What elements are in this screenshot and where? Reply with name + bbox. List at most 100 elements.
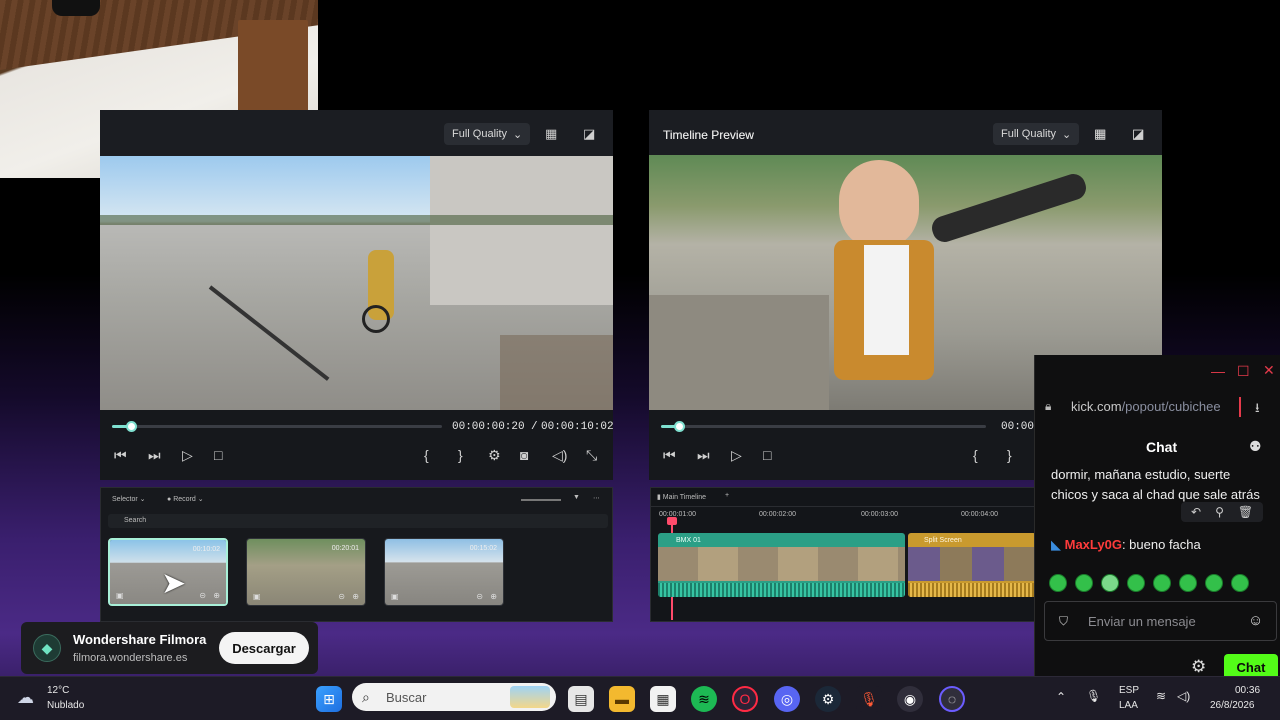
media-thumb[interactable]: 00:20:01 ▣ ⊝ ⊕ [246, 538, 366, 606]
save-icon[interactable]: ▣ [116, 591, 124, 600]
taskbar-search[interactable]: ⌕ Buscar [352, 683, 556, 711]
app-icon[interactable]: ◌ [939, 686, 965, 712]
step-forward-icon[interactable]: ⏭ [697, 448, 710, 462]
snapshot-icon[interactable]: ◙ [520, 448, 528, 462]
store-icon[interactable]: ▦ [650, 686, 676, 712]
prev-frame-icon[interactable]: ⏮ [114, 448, 127, 462]
download-icon[interactable]: ⭳ [1255, 399, 1260, 421]
close-icon[interactable]: ✕ [1263, 362, 1275, 379]
clock-time[interactable]: 00:36 [1235, 685, 1260, 696]
left-quality-select-front[interactable]: Full Quality ⌄ [444, 123, 531, 145]
emote-icon[interactable] [1101, 574, 1119, 592]
emote-icon[interactable] [1153, 574, 1171, 592]
address-bar[interactable]: kick.com/popout/cubichee [1071, 399, 1225, 414]
media-search-input[interactable]: Search [108, 514, 608, 528]
steam-icon[interactable]: ⚙ [815, 686, 841, 712]
emoji-icon[interactable]: ☺ [1248, 612, 1263, 629]
save-icon[interactable]: ▣ [391, 592, 399, 601]
emote-icon[interactable] [1205, 574, 1223, 592]
emote-icon[interactable] [1127, 574, 1145, 592]
emote-icon[interactable] [1049, 574, 1067, 592]
mark-in-icon[interactable]: { [973, 448, 978, 462]
clock-date[interactable]: 26/8/2026 [1210, 700, 1255, 711]
mark-out-icon[interactable]: } [1007, 448, 1012, 462]
mute-icon[interactable]: ⊝ [199, 591, 206, 600]
left-scrubber-knob[interactable] [126, 421, 137, 432]
task-view-icon[interactable]: ▤ [568, 686, 594, 712]
grid-view-icon[interactable]: ▦ [1094, 126, 1106, 142]
stop-icon[interactable]: □ [214, 448, 222, 462]
clip-split-screen[interactable]: Split Screen [908, 533, 1034, 597]
clip-bmx[interactable]: BMX 01 [658, 533, 905, 597]
speaker-icon[interactable]: ◁) [1177, 689, 1190, 703]
person-tshirt-shape [864, 245, 909, 355]
minimize-icon[interactable]: — [1211, 363, 1225, 379]
users-icon[interactable]: ⚉ [1249, 438, 1262, 455]
reply-icon[interactable]: ↶ [1191, 505, 1201, 519]
delete-icon[interactable]: 🗑︎ [1238, 505, 1253, 519]
ramp-shape [649, 295, 829, 410]
discord-icon[interactable]: ◎ [774, 686, 800, 712]
zoom-slider[interactable] [521, 499, 561, 501]
maximize-icon[interactable]: ☐ [1237, 363, 1250, 380]
chat-username[interactable]: MaxLy0G [1065, 537, 1122, 552]
microphone-app-icon[interactable]: 🎙︎ [856, 686, 882, 712]
play-icon[interactable]: ▷ [731, 448, 742, 462]
mark-out-icon[interactable]: } [458, 448, 463, 462]
weather-desc[interactable]: Nublado [47, 700, 84, 711]
opera-icon[interactable]: O [732, 686, 758, 712]
webcam-lamp [52, 0, 100, 16]
download-button[interactable]: Descargar [219, 632, 309, 664]
stop-icon[interactable]: □ [763, 448, 771, 462]
language-secondary[interactable]: LAA [1119, 700, 1138, 711]
mark-in-icon[interactable]: { [424, 448, 429, 462]
right-scrubber-knob[interactable] [674, 421, 685, 432]
clip-split-label: Split Screen [924, 537, 962, 544]
scope-icon[interactable]: ◪ [1132, 126, 1144, 142]
add-icon[interactable]: ⊕ [213, 591, 220, 600]
toast-domain: filmora.wondershare.es [73, 652, 188, 664]
emote-icon[interactable] [1179, 574, 1197, 592]
playhead-handle[interactable] [667, 517, 677, 525]
add-icon[interactable]: ⊕ [352, 592, 359, 601]
fullscreen-icon[interactable]: ⤡ [586, 448, 597, 462]
add-icon[interactable]: ⊕ [490, 592, 497, 601]
selector-dropdown[interactable]: Selector ⌄ [112, 495, 146, 503]
pin-icon[interactable]: ⚲ [1215, 505, 1224, 519]
emote-icon[interactable] [1075, 574, 1093, 592]
filter-icon[interactable]: ▼ [573, 494, 580, 501]
record-dropdown[interactable]: ● Record ⌄ [167, 495, 204, 503]
right-quality-select-front[interactable]: Full Quality ⌄ [993, 123, 1080, 145]
media-thumb[interactable]: 00:15:02 ▣ ⊝ ⊕ [384, 538, 504, 606]
file-explorer-icon[interactable]: ▬ [609, 686, 635, 712]
obs-icon[interactable]: ◉ [897, 686, 923, 712]
play-icon[interactable]: ▷ [182, 448, 193, 462]
chat-input[interactable]: ⛉ Enviar un mensaje ☺ [1044, 601, 1277, 641]
chevron-up-icon[interactable]: ⌃ [1056, 690, 1066, 704]
left-scrubber[interactable] [112, 425, 442, 428]
prev-frame-icon[interactable]: ⏮ [663, 448, 676, 462]
weather-temp[interactable]: 12°C [47, 685, 69, 696]
more-icon[interactable]: ⋯ [593, 494, 600, 502]
emote-icon[interactable] [1231, 574, 1249, 592]
left-timecode-total: 00:00:10:02 [541, 421, 614, 433]
emote-row [1049, 574, 1249, 592]
volume-icon[interactable]: ◁) [552, 448, 567, 462]
start-icon[interactable]: ⊞ [316, 686, 342, 712]
timeline-tab[interactable]: ▮ Main Timeline [657, 493, 706, 501]
scope-icon[interactable]: ◪ [583, 126, 595, 142]
grid-view-icon[interactable]: ▦ [545, 126, 557, 142]
wifi-icon[interactable]: ≋ [1156, 689, 1166, 703]
spotify-icon[interactable]: ≋ [691, 686, 717, 712]
step-forward-icon[interactable]: ⏭ [148, 448, 161, 462]
settings-gear-icon[interactable]: ⚙ [1191, 657, 1206, 677]
right-scrubber[interactable] [661, 425, 986, 428]
clip-bmx-waveform [658, 583, 905, 597]
mic-tray-icon[interactable]: 🎙︎ [1086, 689, 1101, 703]
add-tab-icon[interactable]: + [725, 492, 729, 499]
mute-icon[interactable]: ⊝ [476, 592, 483, 601]
language-primary[interactable]: ESP [1119, 685, 1139, 696]
save-icon[interactable]: ▣ [253, 592, 261, 601]
mute-icon[interactable]: ⊝ [338, 592, 345, 601]
settings-icon[interactable]: ⚙ [488, 448, 501, 462]
